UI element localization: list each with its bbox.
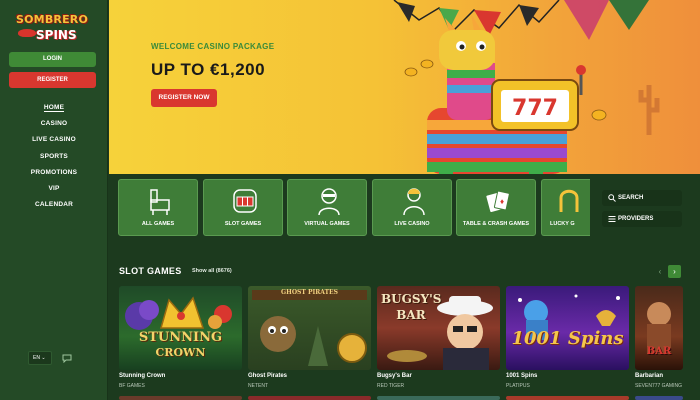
slot-reels-text: 777 [512,96,558,121]
game-card-stunning-crown[interactable]: STUNNING CROWN [119,286,242,370]
hero-illustration: 777 [393,0,660,174]
brand-logo[interactable]: SOMBRERO SPINS [10,10,98,46]
game-provider: RED TIGER [377,383,405,389]
section-title-slot-games: SLOT GAMES [119,266,182,276]
hero-headline: UP TO €1,200 [151,60,266,79]
hero-banner[interactable]: 777 WELCOME CASINO PACKAGE UP TO €1,200 … [109,0,700,174]
list-icon [608,216,616,222]
nav-item-home[interactable]: HOME [0,100,108,116]
language-select[interactable]: EN ⌄ [28,351,52,365]
chevron-right-icon: › [673,267,676,276]
coin-icon [420,59,434,69]
game-provider: NETENT [248,383,268,389]
svg-text:♦: ♦ [500,197,504,206]
nav-item-promotions[interactable]: PROMOTIONS [0,165,108,181]
slot-machine-icon [233,189,257,213]
horseshoe-icon [559,189,579,212]
bunting-flag [609,0,649,30]
coin-icon [404,67,418,77]
live-dealer-icon [403,188,425,216]
register-now-button[interactable]: REGISTER NOW [151,89,217,107]
game-card-1001-spins[interactable]: 1001 Spins [506,286,629,370]
main-nav: HOME CASINO LIVE CASINO SPORTS PROMOTION… [0,100,108,213]
game-card-bugsys-bar[interactable]: BUGSY'S BAR [377,286,500,370]
show-all-link[interactable]: Show all (8676) [192,268,232,274]
game-thumbnail [647,302,671,354]
brand-line1: SOMBRERO [16,13,89,26]
nav-item-sports[interactable]: SPORTS [0,149,108,165]
chat-icon[interactable] [62,354,72,363]
brand-line2: SPINS [36,28,77,42]
game-provider: PLATIPUS [506,383,530,389]
game-name[interactable]: Bugsy's Bar [377,373,412,379]
bunting-flag [397,2,415,22]
llama-icon [150,189,170,215]
category-table-crash-games[interactable]: ♦ TABLE & CRASH GAMES [456,179,536,236]
providers-button[interactable]: PROVIDERS [602,211,682,227]
login-button[interactable]: LOGIN [9,52,96,67]
carousel-prev-button[interactable]: ‹ [655,265,665,278]
hero-kicker: WELCOME CASINO PACKAGE [151,42,275,51]
next-row-card[interactable] [635,396,683,400]
nav-item-casino[interactable]: CASINO [0,116,108,132]
virtual-player-icon [318,188,340,216]
bunting-flag [519,5,539,26]
playing-cards-icon: ♦ [486,190,510,213]
next-row-card[interactable] [506,396,629,400]
category-live-casino[interactable]: LIVE CASINO [372,179,452,236]
category-all-games[interactable]: ALL GAMES [118,179,198,236]
chevron-down-icon: ⌄ [41,355,46,361]
sidebar: SOMBRERO SPINS LOGIN REGISTER HOME CASIN… [0,0,108,400]
sombrero-icon [18,29,36,37]
game-name[interactable]: Stunning Crown [119,373,165,379]
next-row-card[interactable] [119,396,242,400]
search-button[interactable]: SEARCH [602,190,682,206]
carousel-next-button[interactable]: › [668,265,681,278]
game-provider: SEVEN777 GAMING [635,383,682,389]
category-slot-games[interactable]: SLOT GAMES [203,179,283,236]
game-provider: BF GAMES [119,383,145,389]
nav-item-calendar[interactable]: CALENDAR [0,197,108,213]
cactus-icon [638,85,660,135]
search-icon [608,194,616,202]
coin-icon [591,109,607,121]
category-virtual-games[interactable]: VIRTUAL GAMES [287,179,367,236]
chevron-left-icon: ‹ [658,267,662,276]
game-thumbnail [252,290,367,366]
bunting-flag [564,0,609,40]
register-button[interactable]: REGISTER [9,72,96,88]
nav-item-vip[interactable]: VIP [0,181,108,197]
next-row-card[interactable] [377,396,500,400]
nav-item-live-casino[interactable]: LIVE CASINO [0,132,108,148]
category-tiles: ALL GAMES SLOT GAMES VIRTUAL GAMES LIVE … [118,179,590,236]
game-name[interactable]: Barbarian [635,373,663,379]
game-name[interactable]: Ghost Pirates [248,373,287,379]
next-row-card[interactable] [248,396,371,400]
category-lucky-games[interactable]: LUCKY G [541,179,590,236]
game-name[interactable]: 1001 Spins [506,373,537,379]
game-card-ghost-pirates[interactable]: GHOST PIRATES [248,286,371,370]
game-card-barbarian[interactable]: BAR [635,286,683,370]
